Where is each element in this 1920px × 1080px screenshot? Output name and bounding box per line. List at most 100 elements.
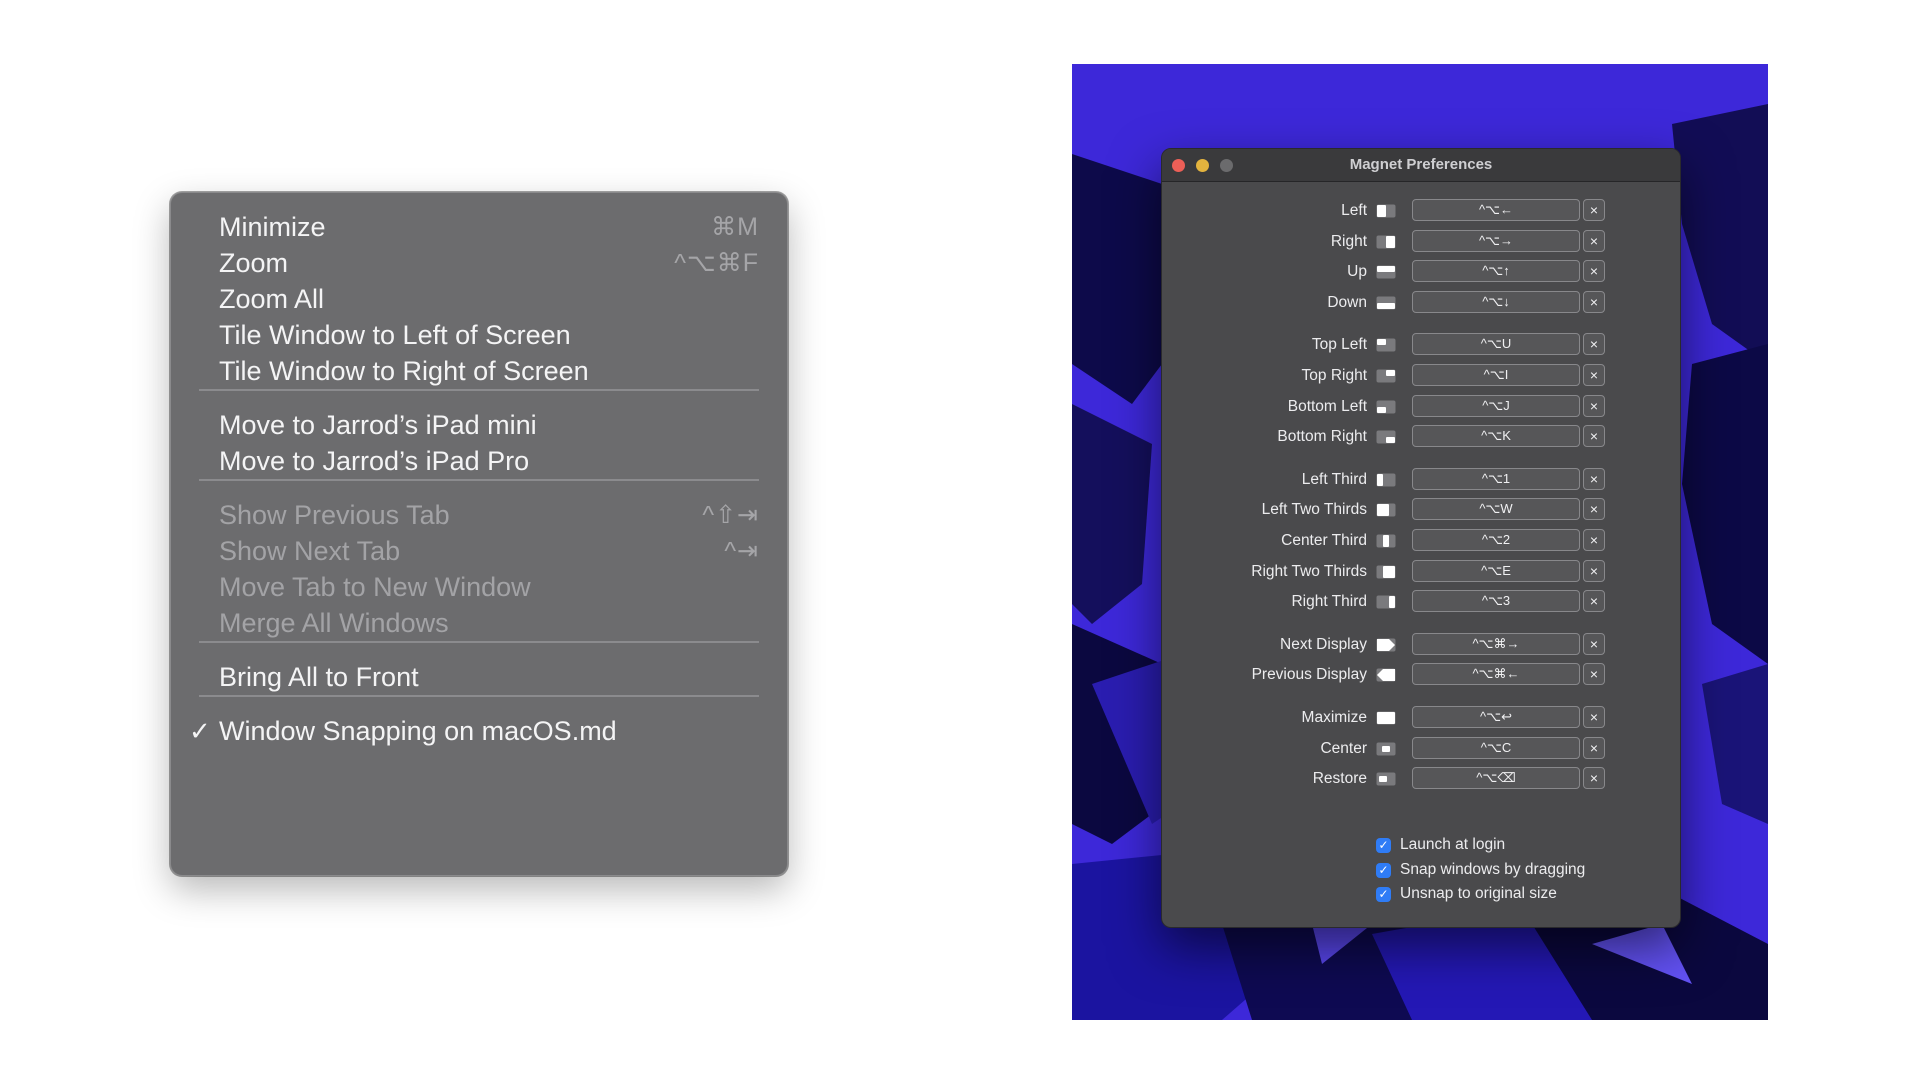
menu-item[interactable]: ✓ Window Snapping on macOS.md (171, 709, 787, 753)
shortcut-label: Restore (1312, 770, 1367, 788)
shortcut-label: Left (1341, 202, 1367, 219)
shortcut-recorder-field[interactable]: ^⌥↩ (1412, 706, 1580, 728)
clear-shortcut-button[interactable]: × (1583, 706, 1605, 728)
menu-item-label: Merge All Windows (219, 608, 449, 638)
clear-shortcut-button[interactable]: × (1583, 290, 1605, 313)
right-two-thirds-icon (1376, 565, 1396, 579)
clear-shortcut-button[interactable]: × (1583, 559, 1605, 582)
clear-shortcut-button[interactable]: × (1583, 529, 1605, 551)
clear-shortcut-button[interactable]: × (1583, 199, 1605, 221)
shortcut-recorder-field[interactable]: ^⌥↑ (1412, 260, 1580, 283)
clear-shortcut-button[interactable]: × (1583, 425, 1605, 448)
checkbox-checked-icon[interactable]: ✓ (1376, 887, 1391, 902)
shortcut-recorder-field[interactable]: ^⌥⌘→ (1412, 632, 1580, 655)
shortcut-recorder-field[interactable]: ^⌥I (1412, 364, 1580, 386)
shortcut-recorder-field[interactable]: ^⌥1 (1412, 467, 1580, 490)
shortcut-label: Right Third (1291, 593, 1367, 611)
clear-shortcut-button[interactable]: × (1583, 394, 1605, 417)
clear-shortcut-button[interactable]: × (1583, 498, 1605, 521)
shortcut-recorder-field[interactable]: ^⌥J (1412, 394, 1580, 417)
shortcut-row: Center ^⌥C × (1162, 736, 1680, 763)
checkbox-checked-icon[interactable]: ✓ (1376, 862, 1391, 878)
clear-shortcut-button[interactable]: × (1583, 663, 1605, 686)
shortcut-row: Center Third ^⌥2 × (1162, 529, 1680, 555)
restore-icon (1376, 772, 1396, 786)
shortcut-label: Center Third (1281, 532, 1367, 549)
shortcut-label: Bottom Left (1287, 397, 1367, 415)
shortcut-recorder-field[interactable]: ^⌥⌫ (1412, 767, 1580, 790)
shortcut-recorder-field[interactable]: ^⌥C (1412, 736, 1580, 759)
clear-shortcut-button[interactable]: × (1583, 260, 1605, 283)
clear-shortcut-button[interactable]: × (1583, 767, 1605, 790)
shortcut-row: Right ^⌥→ × (1162, 229, 1680, 256)
shortcut-recorder-field[interactable]: ^⌥↓ (1412, 290, 1580, 313)
top-half-icon (1376, 265, 1396, 279)
checkbox-checked-icon[interactable]: ✓ (1376, 838, 1391, 853)
shortcut-recorder-field[interactable]: ^⌥2 (1412, 529, 1580, 551)
menu-separator (199, 479, 759, 481)
center-third-icon (1376, 534, 1396, 548)
clear-shortcut-button[interactable]: × (1583, 333, 1605, 356)
shortcut-recorder-field[interactable]: ^⌥⌘← (1412, 663, 1580, 686)
shortcut-label: Next Display (1280, 635, 1367, 653)
shortcut-label: Left Third (1301, 470, 1367, 488)
shortcut-recorder-field[interactable]: ^⌥W (1412, 498, 1580, 521)
shortcut-recorder-field[interactable]: ^⌥K (1412, 425, 1580, 448)
shortcut-recorder-field[interactable]: ^⌥U (1412, 333, 1580, 356)
menu-item-label: Bring All to Front (219, 662, 419, 692)
shortcut-label: Previous Display (1251, 666, 1367, 684)
window-menu: Minimize ⌘M Zoom ^⌥⌘F Zoom All Tile Window to… (170, 192, 788, 876)
left-half-icon (1376, 204, 1396, 218)
center-icon (1376, 742, 1396, 756)
shortcut-label: Left Two Thirds (1261, 501, 1367, 519)
menu-item[interactable]: Bring All to Front (171, 655, 787, 699)
menu-item[interactable]: Move to Jarrod’s iPad Pro (171, 439, 787, 483)
option-label: Launch at login (1400, 836, 1506, 853)
shortcut-recorder-field[interactable]: ^⌥3 (1412, 590, 1580, 613)
shortcut-row: Top Left ^⌥U × (1162, 333, 1680, 359)
shortcut-label: Top Right (1301, 367, 1367, 384)
menu-separator (199, 641, 759, 643)
shortcut-row: Left Third ^⌥1 × (1162, 467, 1680, 494)
right-half-icon (1376, 235, 1396, 249)
left-third-icon (1376, 473, 1396, 487)
shortcut-recorder-field[interactable]: ^⌥→ (1412, 229, 1580, 252)
bottom-half-icon (1376, 296, 1396, 310)
shortcut-recorder-field[interactable]: ^⌥← (1412, 199, 1580, 221)
option-label: Unsnap to original size (1400, 885, 1557, 902)
clear-shortcut-button[interactable]: × (1583, 590, 1605, 613)
title-bar[interactable]: Magnet Preferences (1162, 149, 1680, 182)
menu-item: Merge All Windows (171, 601, 787, 645)
menu-item-label: Move to Jarrod’s iPad Pro (219, 446, 530, 476)
shortcut-label: Up (1347, 263, 1367, 281)
top-right-icon (1376, 369, 1396, 383)
shortcut-label: Maximize (1301, 709, 1367, 726)
shortcut-recorder-field[interactable]: ^⌥E (1412, 559, 1580, 582)
right-third-icon (1376, 595, 1396, 609)
checkmark-icon: ✓ (189, 716, 211, 746)
clear-shortcut-button[interactable]: × (1583, 364, 1605, 386)
left-two-thirds-icon (1376, 503, 1396, 517)
shortcut-label: Right Two Thirds (1251, 562, 1367, 580)
shortcut-row: Left Two Thirds ^⌥W × (1162, 498, 1680, 524)
menu-separator (199, 695, 759, 697)
bottom-left-icon (1376, 400, 1396, 414)
shortcut-row: Top Right ^⌥I × (1162, 364, 1680, 390)
clear-shortcut-button[interactable]: × (1583, 467, 1605, 490)
next-display-icon (1376, 638, 1396, 652)
clear-shortcut-button[interactable]: × (1583, 736, 1605, 759)
shortcut-row: Down ^⌥↓ × (1162, 290, 1680, 317)
shortcut-row: Bottom Left ^⌥J × (1162, 394, 1680, 421)
magnet-preferences-window: Magnet Preferences Left ^⌥← × Right ^⌥→ × Up ^⌥… (1161, 148, 1681, 928)
shortcut-row: Restore ^⌥⌫ × (1162, 767, 1680, 793)
menu-separator (199, 389, 759, 391)
shortcut-label: Bottom Right (1277, 428, 1367, 446)
bottom-right-icon (1376, 430, 1396, 444)
clear-shortcut-button[interactable]: × (1583, 229, 1605, 252)
maximize-icon (1376, 711, 1396, 725)
menu-item[interactable]: Tile Window to Right of Screen (171, 349, 787, 393)
shortcut-label: Right (1330, 232, 1367, 250)
shortcut-row: Right Third ^⌥3 × (1162, 590, 1680, 616)
shortcut-label: Center (1320, 739, 1367, 757)
clear-shortcut-button[interactable]: × (1583, 632, 1605, 655)
